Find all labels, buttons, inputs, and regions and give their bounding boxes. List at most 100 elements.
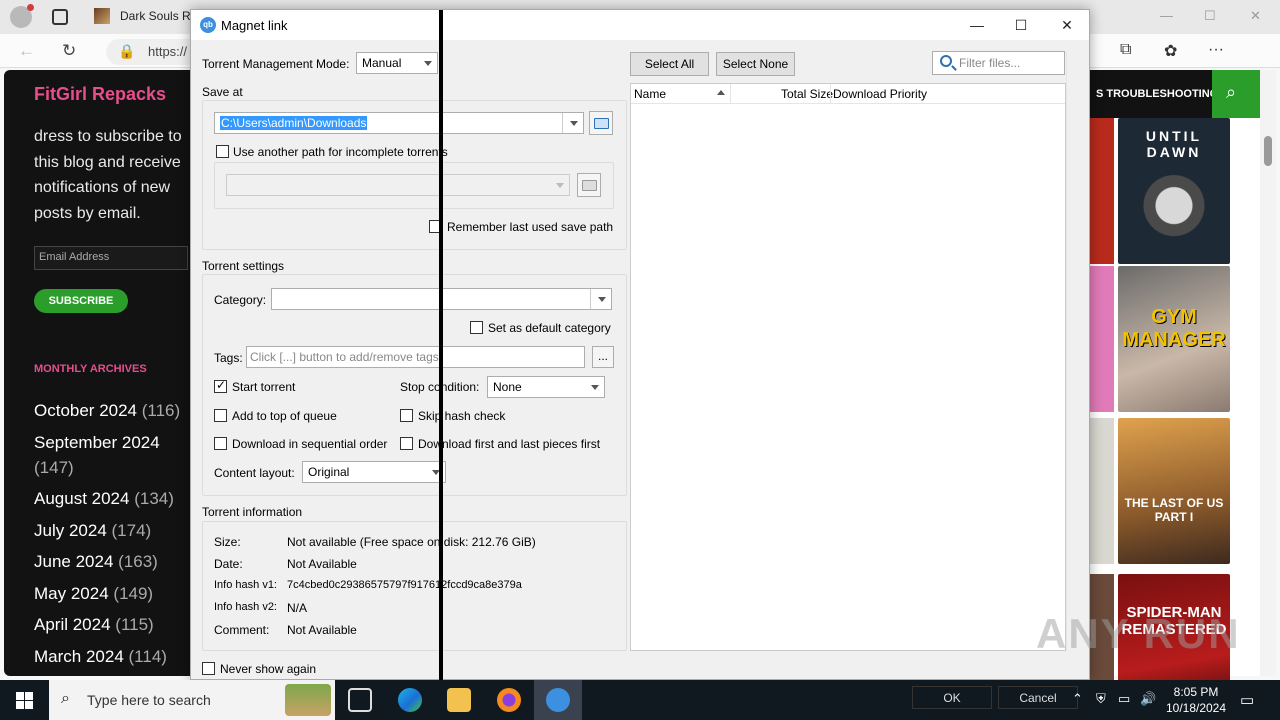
minimize-button[interactable]: — — [955, 12, 999, 38]
refresh-icon[interactable]: ↻ — [62, 41, 76, 61]
skip-hash-checkbox[interactable] — [400, 409, 413, 422]
firefox-icon[interactable] — [497, 688, 521, 712]
maximize-button[interactable]: ☐ — [999, 12, 1043, 38]
site-right-column: S TROUBLESHOOTING ⌕ UNTIL DAWN GYM MANAG… — [1090, 70, 1260, 720]
browser-maximize-icon[interactable]: ☐ — [1204, 8, 1216, 24]
column-download-priority[interactable]: Download Priority — [833, 87, 927, 101]
archive-link[interactable]: May 2024 (149) — [34, 581, 190, 606]
extensions-icon[interactable]: ✿ — [1164, 41, 1177, 61]
game-thumbnail[interactable]: UNTIL DAWN — [1118, 118, 1230, 264]
select-none-button[interactable]: Select None — [716, 52, 795, 76]
file-tree[interactable]: Name Total Size Download Priority — [630, 83, 1066, 651]
edge-icon[interactable] — [398, 688, 422, 712]
archive-link[interactable]: April 2024 (115) — [34, 612, 190, 637]
page-scrollbar-thumb[interactable] — [1264, 136, 1272, 166]
subscribe-description: dress to subscribe to this blog and rece… — [34, 128, 182, 222]
lock-icon: 🔒 — [118, 43, 136, 59]
tags-label: Tags: — [214, 351, 243, 365]
chevron-down-icon — [598, 297, 606, 302]
archive-link[interactable]: June 2024 (163) — [34, 549, 190, 574]
column-total-size[interactable]: Total Size — [781, 87, 833, 101]
archive-link[interactable]: October 2024 (116) — [34, 398, 190, 423]
close-button[interactable]: ✕ — [1045, 12, 1089, 38]
edit-tags-button[interactable]: ... — [592, 346, 614, 368]
game-thumbnail[interactable]: GYM MANAGER — [1118, 266, 1230, 412]
more-menu-icon[interactable]: ··· — [1208, 41, 1224, 59]
subscribe-button[interactable]: SUBSCRIBE — [34, 289, 128, 313]
select-all-button[interactable]: Select All — [630, 52, 709, 76]
address-text[interactable]: https:// — [148, 44, 187, 59]
info-value: Not available (Free space on disk: 212.7… — [287, 535, 536, 549]
folder-icon — [594, 118, 609, 129]
browser-close-icon[interactable]: ✕ — [1250, 8, 1261, 24]
thumbnail-partial[interactable] — [1090, 266, 1114, 412]
clock[interactable]: 8:05 PM 10/18/2024 — [1160, 684, 1232, 716]
game-thumbnail[interactable]: THE LAST OF US PART I — [1118, 418, 1230, 564]
sequential-label: Download in sequential order — [232, 437, 388, 451]
sequential-checkbox[interactable] — [214, 437, 227, 450]
first-last-label: Download first and last pieces first — [418, 437, 601, 451]
archive-link[interactable]: September 2024 (147) — [34, 430, 190, 480]
browse-incomplete-button[interactable] — [577, 173, 601, 197]
nav-troubleshooting[interactable]: S TROUBLESHOOTING — [1090, 70, 1212, 118]
archive-link[interactable]: August 2024 (134) — [34, 486, 190, 511]
chevron-down-icon — [591, 385, 599, 390]
email-input[interactable]: Email Address — [34, 246, 188, 270]
archive-link[interactable]: March 2024 (114) — [34, 644, 190, 669]
network-icon[interactable]: ▭ — [1118, 691, 1130, 707]
content-layout-select[interactable]: Original — [302, 461, 446, 483]
qbittorrent-icon: qb — [200, 17, 216, 33]
thumbnail-partial[interactable] — [1090, 118, 1114, 264]
folder-icon — [582, 180, 597, 191]
incomplete-path-select[interactable] — [226, 174, 570, 196]
mode-select[interactable]: Manual — [356, 52, 438, 74]
archive-link[interactable]: July 2024 (174) — [34, 518, 190, 543]
browse-folder-button[interactable] — [589, 111, 613, 135]
sort-ascending-icon — [717, 90, 725, 95]
tray-overflow-icon[interactable]: ⌃ — [1072, 691, 1083, 707]
dialog-scrollbar[interactable] — [1066, 51, 1080, 651]
site-search-button[interactable]: ⌕ — [1212, 70, 1260, 118]
torrent-settings-label: Torrent settings — [202, 259, 285, 273]
profile-avatar[interactable] — [10, 4, 34, 28]
defender-icon[interactable]: ⛨ — [1096, 691, 1106, 707]
info-key: Info hash v2: — [214, 601, 277, 613]
stop-condition-select[interactable]: None — [487, 376, 605, 398]
qbittorrent-icon — [546, 688, 570, 712]
content-layout-label: Content layout: — [214, 466, 295, 480]
site-logo[interactable]: FitGirl Repacks — [34, 84, 166, 105]
cancel-button[interactable]: Cancel — [998, 686, 1078, 709]
browser-tab-title[interactable]: Dark Souls Re — [120, 9, 197, 23]
dialog-title: Magnet link — [221, 18, 288, 33]
notifications-icon[interactable]: ▭ — [1240, 691, 1254, 709]
task-view-icon[interactable] — [348, 688, 372, 712]
filter-files-input[interactable]: Filter files... — [932, 51, 1065, 75]
save-path-select[interactable]: C:\Users\admin\Downloads — [214, 112, 584, 134]
tab-actions-icon[interactable] — [52, 9, 68, 25]
ok-button[interactable]: OK — [912, 686, 992, 709]
file-explorer-icon[interactable] — [447, 688, 471, 712]
default-category-checkbox[interactable] — [470, 321, 483, 334]
anyrun-watermark: ANY RUN — [1036, 610, 1241, 657]
start-torrent-checkbox[interactable] — [214, 378, 227, 393]
start-button[interactable] — [0, 680, 48, 720]
add-top-queue-checkbox[interactable] — [214, 409, 227, 422]
collections-icon[interactable]: ⧉ — [1120, 41, 1131, 59]
browser-minimize-icon[interactable]: — — [1160, 8, 1173, 23]
search-icon: ⌕ — [1226, 82, 1237, 102]
search-highlight-image — [285, 684, 331, 716]
torrent-info-label: Torrent information — [202, 505, 303, 519]
volume-icon[interactable]: 🔊 — [1140, 691, 1156, 707]
first-last-checkbox[interactable] — [400, 437, 413, 450]
never-show-checkbox[interactable] — [202, 662, 215, 675]
thumbnail-partial[interactable] — [1090, 418, 1114, 564]
info-value: Not Available — [287, 557, 357, 571]
column-name[interactable]: Name — [634, 87, 666, 101]
incomplete-path-checkbox[interactable] — [216, 145, 229, 158]
info-value: Not Available — [287, 623, 357, 637]
search-icon — [940, 55, 952, 67]
taskbar-search[interactable]: ⌕ Type here to search — [49, 680, 335, 720]
tags-field[interactable]: Click [...] button to add/remove tags. — [246, 346, 585, 368]
taskbar-search-text[interactable]: Type here to search — [87, 692, 211, 708]
back-icon[interactable]: ← — [18, 41, 35, 61]
